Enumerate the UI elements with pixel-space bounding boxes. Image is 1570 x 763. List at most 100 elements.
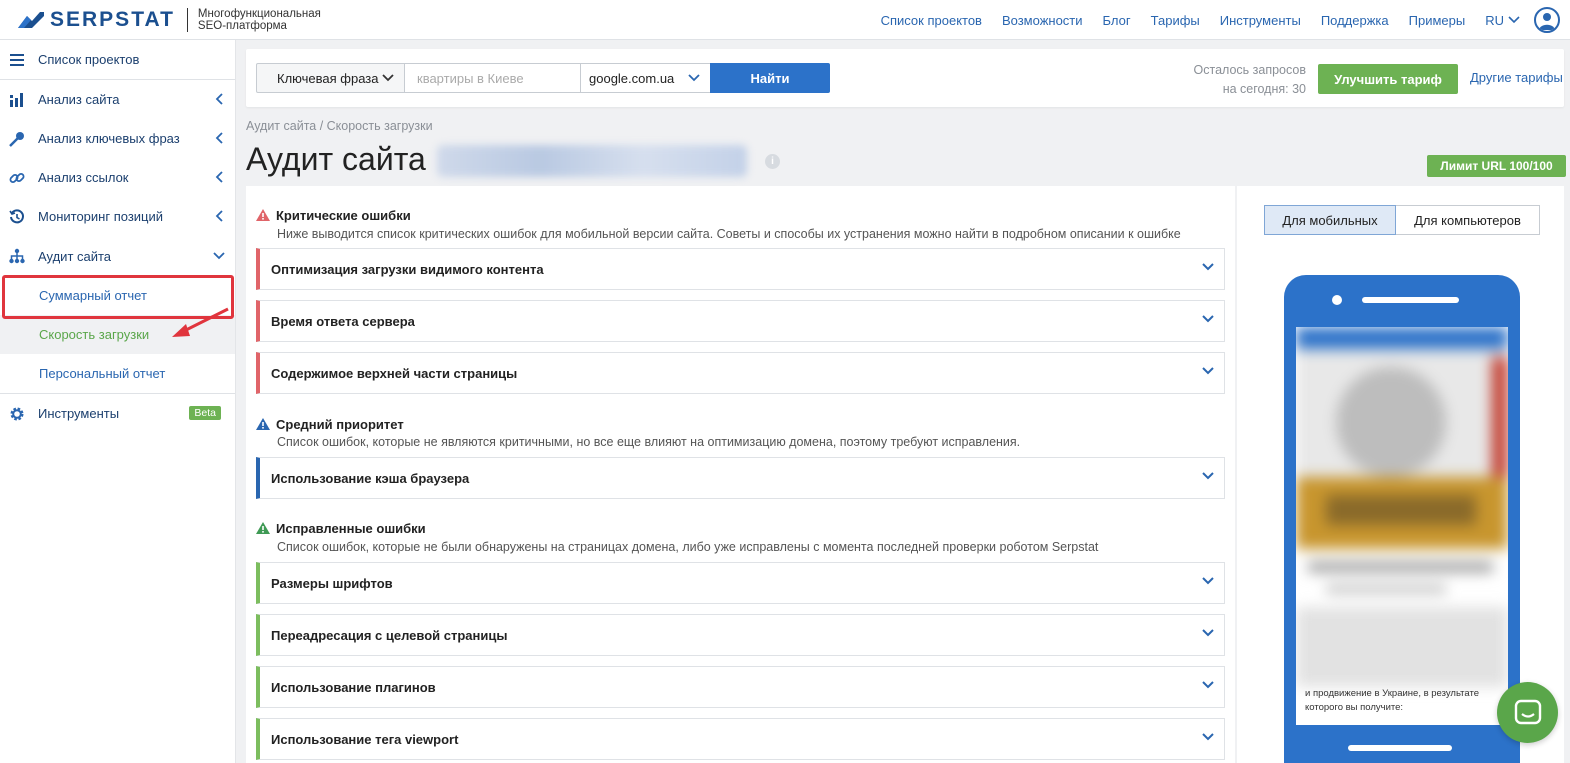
nav-pricing[interactable]: Тарифы xyxy=(1151,13,1200,28)
breadcrumb: Аудит сайта / Скорость загрузки xyxy=(246,119,433,133)
history-icon xyxy=(8,208,26,226)
search-input[interactable]: квартиры в Киеве xyxy=(404,63,581,93)
screen-caption-line1: и продвижение в Украине, в результате xyxy=(1305,688,1480,699)
accordion-item[interactable]: Использование кэша браузера xyxy=(256,457,1225,499)
avatar[interactable] xyxy=(1534,7,1560,33)
accordion-item[interactable]: Размеры шрифтов xyxy=(256,562,1225,604)
accordion-item[interactable]: Использование плагинов xyxy=(256,666,1225,708)
chevron-down-icon xyxy=(1202,263,1214,271)
warning-triangle-blue-icon xyxy=(256,418,270,430)
accordion-item[interactable]: Переадресация с целевой страницы xyxy=(256,614,1225,656)
tagline-line2: SEO-платформа xyxy=(197,19,287,32)
sidebar-item-label: Анализ сайта xyxy=(38,92,120,107)
top-nav: Список проектов Возможности Блог Тарифы … xyxy=(861,0,1570,40)
sidebar-item-site-audit[interactable]: Аудит сайта xyxy=(0,236,235,276)
annotation-arrow-icon xyxy=(172,307,229,337)
logo-text: SERPSTAT xyxy=(50,7,175,31)
link-icon xyxy=(8,169,26,187)
accordion-item[interactable]: Оптимизация загрузки видимого контента xyxy=(256,248,1225,290)
beta-badge: Beta xyxy=(189,406,221,420)
top-bar: SERPSTAT Многофункциональная SEO-платфор… xyxy=(0,0,1570,40)
sidebar-item-tools[interactable]: Инструменты Beta xyxy=(0,394,235,433)
key-icon xyxy=(8,130,26,148)
sidebar-sub-label: Персональный отчет xyxy=(39,366,166,381)
nav-blog[interactable]: Блог xyxy=(1103,13,1131,28)
accordion-item[interactable]: Время ответа сервера xyxy=(256,300,1225,342)
blurred-screenshot xyxy=(1296,327,1508,725)
section-critical-header: Критические ошибки xyxy=(256,208,411,223)
phone-camera xyxy=(1332,295,1342,305)
sidebar-item-label: Анализ ключевых фраз xyxy=(38,131,180,146)
search-type-select[interactable]: Ключевая фраза xyxy=(256,63,405,93)
find-button[interactable]: Найти xyxy=(710,63,830,93)
nav-tools[interactable]: Инструменты xyxy=(1220,13,1301,28)
sidebar-item-site-analysis[interactable]: Анализ сайта xyxy=(0,80,235,119)
sidebar-sub-personal-report[interactable]: Персональный отчет xyxy=(0,354,235,393)
sidebar-item-label: Анализ ссылок xyxy=(38,170,129,185)
chevron-down-icon xyxy=(382,74,394,82)
sidebar-sub-label: Скорость загрузки xyxy=(39,327,150,342)
accordion-item[interactable]: Содержимое верхней части страницы xyxy=(256,352,1225,394)
screen-caption: и продвижение в Украине, в результате ко… xyxy=(1305,687,1505,715)
database-select[interactable]: google.com.ua xyxy=(580,63,711,93)
device-tabs: Для мобильных Для компьютеров xyxy=(1264,205,1540,235)
database-label: google.com.ua xyxy=(589,70,675,86)
chat-widget-button[interactable] xyxy=(1497,682,1558,743)
sidebar-item-label: Мониторинг позиций xyxy=(38,209,164,224)
chat-icon xyxy=(1514,699,1541,724)
phone-home-bar xyxy=(1348,745,1452,751)
sidebar-item-label: Инструменты xyxy=(38,406,120,421)
chevron-down-icon xyxy=(213,252,225,260)
info-icon[interactable]: i xyxy=(765,154,780,169)
language-selector[interactable]: RU xyxy=(1485,13,1520,28)
nav-projects[interactable]: Список проектов xyxy=(881,13,982,28)
sidebar-item-projects[interactable]: Список проектов xyxy=(0,40,235,79)
tab-mobile[interactable]: Для мобильных xyxy=(1264,205,1396,235)
accordion-label: Использование тега viewport xyxy=(271,731,459,747)
search-panel: Ключевая фраза квартиры в Киеве google.c… xyxy=(246,49,1564,107)
phone-mockup: и продвижение в Украине, в результате ко… xyxy=(1284,275,1520,763)
search-type-label: Ключевая фраза xyxy=(277,70,379,86)
accordion-label: Время ответа сервера xyxy=(271,313,415,329)
upgrade-plan-button[interactable]: Улучшить тариф xyxy=(1318,64,1458,94)
page-title: Аудит сайта xyxy=(246,141,426,177)
accordion-label: Переадресация с целевой страницы xyxy=(271,627,508,643)
chevron-left-icon xyxy=(215,210,223,222)
chevron-down-icon xyxy=(1202,681,1214,689)
tab-desktop[interactable]: Для компьютеров xyxy=(1396,205,1540,235)
sidebar: Список проектов Анализ сайта Анализ ключ… xyxy=(0,40,236,763)
sidebar-item-label: Аудит сайта xyxy=(38,248,112,264)
section-title: Средний приоритет xyxy=(276,417,404,432)
nav-examples[interactable]: Примеры xyxy=(1409,13,1466,28)
sidebar-item-label: Список проектов xyxy=(38,52,140,67)
section-description: Список ошибок, которые не являются крити… xyxy=(277,435,1021,449)
preview-panel: Для мобильных Для компьютеров и продвиже… xyxy=(1237,186,1564,763)
nav-support[interactable]: Поддержка xyxy=(1321,13,1389,28)
logo-separator xyxy=(186,7,188,32)
chevron-left-icon xyxy=(215,132,223,144)
audit-content: Критические ошибки Ниже выводится список… xyxy=(246,186,1235,763)
chevron-left-icon xyxy=(215,93,223,105)
user-icon xyxy=(1539,13,1555,30)
hamburger-icon xyxy=(8,51,26,69)
phone-speaker xyxy=(1362,297,1459,303)
quota-text: Осталось запросов на сегодня: 30 xyxy=(1186,61,1306,99)
logo-icon xyxy=(18,11,44,28)
accordion-item[interactable]: Использование тега viewport xyxy=(256,718,1225,760)
gear-icon xyxy=(8,405,26,423)
logo[interactable]: SERPSTAT Многофункциональная SEO-платфор… xyxy=(18,0,321,40)
accordion-label: Использование кэша браузера xyxy=(271,470,470,486)
chevron-down-icon xyxy=(1202,315,1214,323)
chevron-down-icon xyxy=(1202,367,1214,375)
chevron-down-icon xyxy=(1202,577,1214,585)
sidebar-item-keyword-analysis[interactable]: Анализ ключевых фраз xyxy=(0,119,235,158)
quota-line1: Осталось запросов xyxy=(1193,63,1306,77)
other-plans-link[interactable]: Другие тарифы xyxy=(1470,70,1563,85)
warning-triangle-green-icon xyxy=(256,522,270,534)
section-title: Критические ошибки xyxy=(276,208,411,223)
section-fixed-header: Исправленные ошибки xyxy=(256,521,426,536)
sidebar-item-position-monitoring[interactable]: Мониторинг позиций xyxy=(0,197,235,236)
sidebar-item-link-analysis[interactable]: Анализ ссылок xyxy=(0,158,235,197)
section-title: Исправленные ошибки xyxy=(276,521,426,536)
nav-features[interactable]: Возможности xyxy=(1002,13,1083,28)
